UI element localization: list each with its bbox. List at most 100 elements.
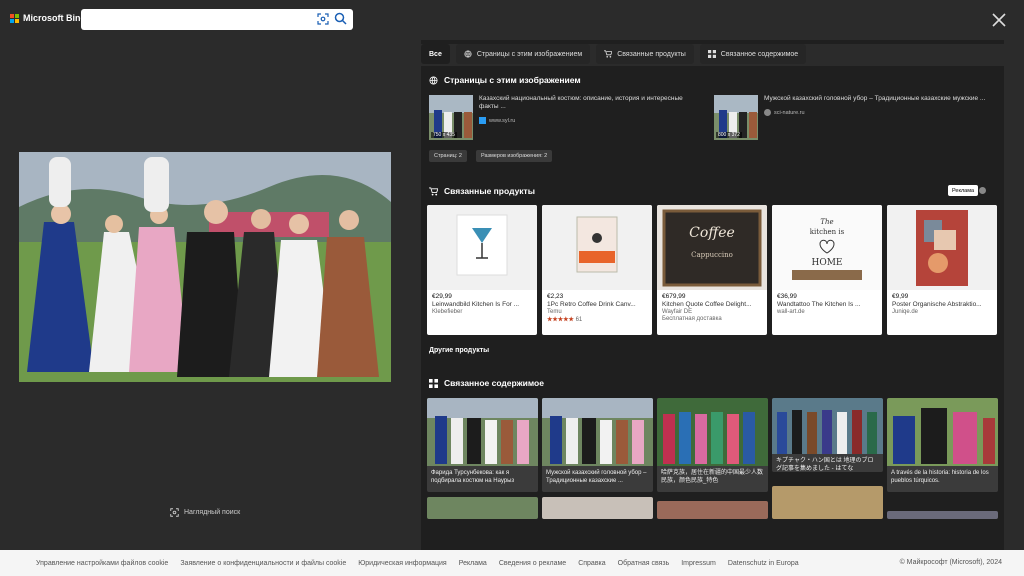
cart-icon — [429, 186, 438, 196]
related-item[interactable] — [427, 497, 538, 519]
image-sizes-chip[interactable]: Размеров изображения: 2 — [476, 150, 553, 162]
ad-badge: Реклама — [948, 185, 979, 196]
product-shipping: Бесплатная доставка — [662, 316, 722, 322]
footer-link-feedback[interactable]: Обратная связь — [618, 560, 670, 567]
product-card[interactable]: €2,23 1Pc Retro Coffee Drink Canv... Tem… — [542, 205, 652, 335]
footer-link-impressum[interactable]: Impressum — [681, 560, 716, 567]
related-item[interactable]: A través de la historia: historia de los… — [887, 398, 998, 492]
tab-pages-label: Страницы с этим изображением — [476, 50, 583, 58]
product-card[interactable]: €9,99 Poster Organische Abstraktio... Ju… — [887, 205, 997, 335]
cart-icon — [604, 50, 613, 58]
page-result-title[interactable]: Казахский национальный костюм: описание,… — [479, 95, 704, 111]
tab-all[interactable]: Все — [421, 44, 450, 64]
visual-search-small-icon — [170, 508, 179, 517]
svg-text:HOME: HOME — [811, 258, 842, 268]
product-price: €36,99 — [777, 293, 797, 300]
more-products-link[interactable]: Другие продукты — [429, 347, 489, 354]
related-thumbnail — [542, 398, 653, 466]
related-caption: キプチャク・ハン国とは 地理のブログ記事を集めました - はてな — [776, 458, 874, 472]
pages-title-text: Страницы с этим изображением — [444, 75, 581, 85]
footer: Управление настройками файлов cookie Зая… — [0, 550, 1024, 576]
rating-stars: ★★★★★ — [547, 317, 574, 323]
product-price: €29,99 — [432, 293, 452, 300]
footer-link-cookies[interactable]: Управление настройками файлов cookie — [36, 560, 168, 567]
product-name[interactable]: Leinwandbild Kitchen Is For ... — [432, 301, 532, 308]
product-rating: ★★★★★ 61 — [547, 316, 647, 323]
footer-link-legal[interactable]: Юридическая информация — [358, 560, 447, 567]
brand-name: Microsoft Bing — [23, 13, 86, 23]
product-price: €679,99 — [662, 293, 686, 300]
product-image-graphic — [576, 216, 618, 272]
product-image-graphic — [456, 214, 508, 275]
related-item[interactable]: 哈萨克族，居住在新疆的中国最少人数民族，颜色民族_特色 — [657, 398, 768, 492]
page-result-title[interactable]: Мужской казахский головной убор – Традиц… — [764, 95, 989, 103]
search-box — [81, 9, 353, 30]
related-caption: Мужской казахский головной убор – Традиц… — [546, 470, 647, 484]
product-store: wall-art.de — [777, 309, 805, 315]
site-url: sci-nature.ru — [774, 109, 805, 116]
globe-icon — [464, 50, 472, 58]
product-name[interactable]: 1Pc Retro Coffee Drink Canv... — [547, 301, 647, 308]
footer-link-datenschutz[interactable]: Datenschutz in Europa — [728, 560, 799, 567]
search-input[interactable] — [81, 9, 301, 30]
results-pane: Все Страницы с этим изображением Связанн… — [421, 40, 1004, 550]
footer-link-ads[interactable]: Реклама — [459, 560, 487, 567]
tab-products-label: Связанные продукты — [617, 50, 686, 58]
tab-related[interactable]: Связанное содержимое — [699, 44, 807, 64]
related-item[interactable] — [657, 501, 768, 519]
pages-section-title: Страницы с этим изображением — [429, 75, 581, 85]
ad-info-icon[interactable] — [979, 187, 986, 194]
related-item[interactable] — [542, 497, 653, 519]
related-thumbnail — [657, 398, 768, 466]
footer-link-privacy[interactable]: Заявление о конфиденциальности и файлы c… — [180, 560, 346, 567]
footer-link-help[interactable]: Справка — [578, 560, 605, 567]
product-name[interactable]: Poster Organische Abstraktio... — [892, 301, 992, 308]
related-item[interactable]: Фарида Турсунбекова: как я подбирала кос… — [427, 398, 538, 492]
pages-count-chip[interactable]: Страниц: 2 — [429, 150, 467, 162]
bing-logo[interactable]: Microsoft Bing — [10, 13, 86, 23]
search-icon[interactable] — [334, 12, 347, 25]
product-card[interactable]: €29,99 Leinwandbild Kitchen Is For ... K… — [427, 205, 537, 335]
product-card[interactable]: The kitchen is HOME €36,99 Wandtattoo The … — [772, 205, 882, 335]
microsoft-logo-icon — [10, 13, 19, 23]
tab-all-label: Все — [429, 50, 442, 58]
rating-count: 61 — [575, 317, 583, 323]
grid-icon — [707, 50, 716, 58]
product-store: Temu — [547, 309, 562, 315]
related-item[interactable] — [772, 486, 883, 519]
tab-related-label: Связанное содержимое — [720, 50, 799, 58]
tab-products[interactable]: Связанные продукты — [596, 44, 694, 64]
page-thumbnail: 800 x 372 — [714, 95, 758, 140]
product-name[interactable]: Wandtattoo The Kitchen Is ... — [777, 301, 877, 308]
product-price: €9,99 — [892, 293, 909, 300]
image-dimensions: 750 x 435 — [431, 132, 457, 138]
visual-search-icon[interactable] — [317, 13, 329, 25]
product-image: The kitchen is HOME — [772, 205, 882, 290]
svg-text:Coffee: Coffee — [689, 225, 735, 241]
tab-bar: Все Страницы с этим изображением Связанн… — [421, 44, 1004, 66]
visual-search-button[interactable]: Наглядный поиск — [170, 508, 240, 517]
products-row: €29,99 Leinwandbild Kitchen Is For ... K… — [427, 205, 997, 335]
page-result-site: sci-nature.ru — [764, 109, 989, 116]
footer-link-about-ads[interactable]: Сведения о рекламе — [499, 560, 566, 567]
grid-icon — [429, 378, 438, 388]
page-result-1[interactable]: 750 x 435 Казахский национальный костюм:… — [429, 95, 704, 141]
ad-label: Реклама — [952, 187, 975, 194]
product-name[interactable]: Kitchen Quote Coffee Delight... — [662, 301, 762, 308]
close-icon[interactable] — [990, 11, 1008, 29]
related-item[interactable]: Мужской казахский головной убор – Традиц… — [542, 398, 653, 492]
related-thumbnail — [887, 398, 998, 466]
site-favicon-icon — [479, 117, 486, 124]
related-item[interactable] — [887, 511, 998, 519]
main-image[interactable] — [19, 152, 391, 382]
tab-pages[interactable]: Страницы с этим изображением — [455, 44, 591, 64]
page-thumbnail: 750 x 435 — [429, 95, 473, 140]
copyright: © Майкрософт (Microsoft), 2024 — [899, 559, 1002, 566]
product-card[interactable]: Coffee Cappuccino €679,99 Kitchen Quote C… — [657, 205, 767, 335]
product-image — [887, 205, 997, 290]
page-result-2[interactable]: 800 x 372 Мужской казахский головной убо… — [714, 95, 989, 141]
related-grid: Фарида Турсунбекова: как я подбирала кос… — [427, 398, 999, 550]
top-bar: Microsoft Bing — [0, 0, 1024, 40]
page-result-site: www.syl.ru — [479, 117, 704, 124]
related-item[interactable]: キプチャク・ハン国とは 地理のブログ記事を集めました - はてな — [772, 398, 883, 472]
